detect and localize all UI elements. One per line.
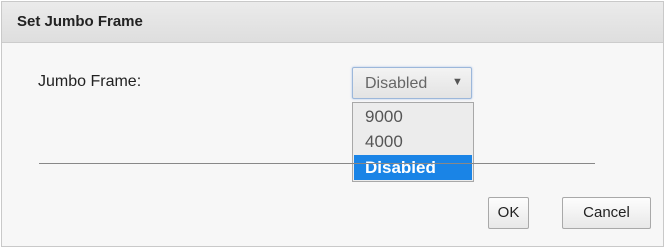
jumbo-frame-dialog: Set Jumbo Frame Jumbo Frame: Disabled ▼ … <box>1 1 664 247</box>
ok-button[interactable]: OK <box>488 197 529 229</box>
cancel-button[interactable]: Cancel <box>562 197 651 229</box>
select-current-value: Disabled <box>365 75 428 92</box>
jumbo-frame-dropdown-list: 9000 4000 Disabled <box>352 102 474 182</box>
jumbo-frame-select[interactable]: Disabled ▼ <box>352 67 472 99</box>
jumbo-frame-label: Jumbo Frame: <box>38 73 142 90</box>
triangle-down-icon: ▼ <box>452 76 463 88</box>
option-4000[interactable]: 4000 <box>354 129 472 154</box>
dialog-titlebar: Set Jumbo Frame <box>2 2 663 43</box>
option-9000[interactable]: 9000 <box>354 104 472 129</box>
dialog-title: Set Jumbo Frame <box>17 13 143 30</box>
separator-line <box>39 163 595 164</box>
option-disabled[interactable]: Disabled <box>354 155 472 180</box>
